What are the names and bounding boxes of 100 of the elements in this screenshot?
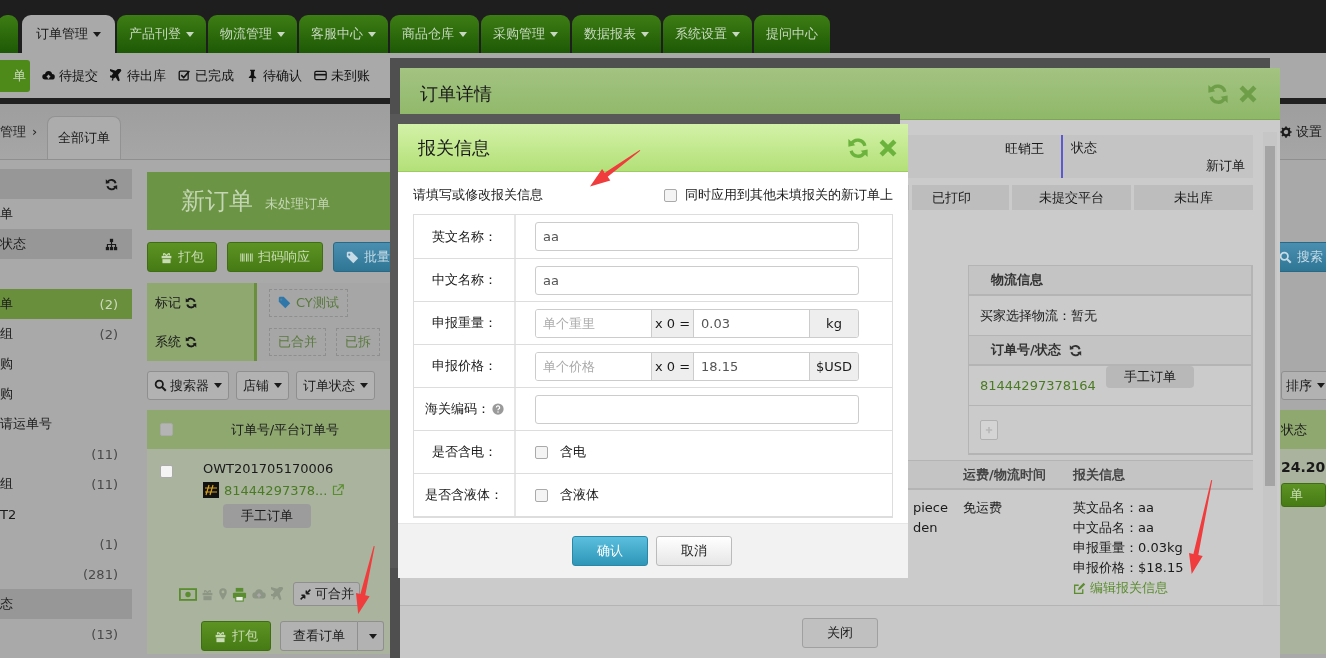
section-header: 订单号/状态 <box>991 341 1061 359</box>
progress-step: 未出库 <box>1131 185 1253 210</box>
gift-icon <box>201 587 214 601</box>
plus-icon <box>984 424 994 435</box>
nav-link[interactable]: 未到账 <box>314 66 370 85</box>
scrollbar[interactable] <box>1263 132 1277 605</box>
checkbox[interactable] <box>535 488 548 502</box>
refresh-icon <box>1068 343 1082 357</box>
checkbox[interactable] <box>159 465 173 478</box>
caret-icon <box>214 383 222 388</box>
customs-info: 申报价格：$18.15 <box>1073 559 1185 577</box>
dialog-title: 报关信息 <box>418 135 490 160</box>
multiplier-label: x 0 = <box>651 309 694 337</box>
field-label: 申报价格： <box>431 357 497 375</box>
form-hint: 请填写或修改报关信息 <box>413 186 543 204</box>
checkbox[interactable] <box>535 445 548 459</box>
input-field[interactable]: aa <box>535 265 859 295</box>
money-icon <box>179 587 197 601</box>
gift-icon <box>214 629 227 643</box>
checkbox-label: 含电 <box>560 443 586 461</box>
input-group[interactable]: 单个重里 x 0 = 0.03 kg <box>535 308 859 338</box>
gift-icon <box>160 250 173 264</box>
shop-name: 旺销王 <box>1005 140 1044 158</box>
nav-tab[interactable] <box>0 15 18 53</box>
platform-logo-icon <box>203 482 219 498</box>
input-field[interactable]: aa <box>535 222 859 251</box>
customs-info: 英文品名：aa <box>1073 499 1155 517</box>
column-header: 报关信息 <box>1073 465 1126 484</box>
nav-tab[interactable]: 数据报表 <box>572 15 661 53</box>
merge-button[interactable]: 可合并 <box>293 582 360 606</box>
field-label: 英文名称： <box>431 227 497 246</box>
checkbox[interactable] <box>664 188 677 202</box>
close-button[interactable]: 关闭 <box>802 618 878 648</box>
caret-icon <box>732 31 740 37</box>
checkbox-icon <box>178 69 191 82</box>
field-label: 是否含液体： <box>425 486 503 504</box>
nav-tab[interactable]: 商品仓库 <box>390 15 479 53</box>
close-icon <box>878 137 898 158</box>
column-header: 状态 <box>1281 420 1308 439</box>
sort-dropdown[interactable]: 排序 <box>1281 371 1326 400</box>
settings-button[interactable]: 设置 <box>1280 122 1326 141</box>
breadcrumb-link[interactable]: 管理 <box>0 122 26 141</box>
field-label: 是否含电： <box>431 443 497 461</box>
nav-link[interactable]: 待出库 <box>110 66 166 85</box>
order-number: OWT201705170006 <box>203 461 335 476</box>
view-order-button[interactable]: 查看订单 <box>280 621 358 651</box>
nav-tab[interactable]: 系统设置 <box>663 15 752 53</box>
customs-info: 中文品名：aa <box>1073 519 1155 537</box>
cancel-button[interactable]: 取消 <box>656 536 732 566</box>
status-label: 状态 <box>1071 139 1098 157</box>
cloud-icon <box>251 587 267 601</box>
field-label: 申报重量： <box>431 314 497 332</box>
caret-icon <box>277 31 285 37</box>
printer-icon <box>232 586 247 602</box>
map-pin-icon <box>218 587 228 601</box>
nav-tab[interactable]: 产品刊登 <box>117 15 206 53</box>
multiplier-label: x 0 = <box>651 352 694 380</box>
compress-icon <box>299 587 312 601</box>
nav-tab[interactable]: 提问中心 <box>754 15 830 53</box>
filter-label-text: 系统 <box>155 332 181 351</box>
plane-icon <box>110 69 123 82</box>
nav-tab[interactable]: 物流管理 <box>208 15 297 53</box>
breadcrumb-tab[interactable]: 全部订单 <box>47 116 122 159</box>
nav-link[interactable]: 已完成 <box>178 66 234 85</box>
pin-icon <box>246 69 259 82</box>
caret-icon <box>641 31 649 37</box>
card-icon <box>314 69 327 82</box>
search-icon <box>1279 250 1292 264</box>
shipping-fee: 免运费 <box>963 500 1002 515</box>
cloud-upload-icon <box>42 69 55 82</box>
filter-dropdown[interactable]: 店铺 <box>236 371 289 400</box>
progress-step: 未提交平台 <box>1009 185 1131 210</box>
unit-label: $USD <box>809 352 858 380</box>
sidebar-item[interactable]: 单 (2) <box>0 289 132 319</box>
tag-icon <box>346 250 359 264</box>
add-button[interactable] <box>980 419 998 440</box>
banner-title: 新订单 <box>181 186 253 217</box>
refresh-icon <box>185 296 197 309</box>
sidebar-header-label: 态 <box>0 595 14 613</box>
refresh-icon <box>847 136 869 159</box>
checkbox-label: 含液体 <box>560 486 599 504</box>
customs-info: 申报重量：0.03kg <box>1073 539 1184 557</box>
checkbox[interactable] <box>159 423 173 436</box>
filter-dropdown[interactable]: 订单状态 <box>296 371 375 400</box>
nav-link[interactable]: 待确认 <box>246 66 302 85</box>
nav-tab[interactable]: 客服中心 <box>299 15 388 53</box>
search-icon <box>154 379 167 392</box>
breadcrumb-separator: › <box>32 124 38 139</box>
nav-tab[interactable]: 订单管理 <box>22 15 115 53</box>
nav-tab[interactable]: 采购管理 <box>481 15 570 53</box>
dropdown-button[interactable] <box>358 621 384 651</box>
nav-link[interactable]: 待提交 <box>42 66 98 85</box>
caret-icon <box>274 383 282 388</box>
sidebar-header-label: 状态 <box>0 235 27 253</box>
refresh-icon <box>185 335 197 348</box>
input-field[interactable] <box>535 394 859 424</box>
input-group[interactable]: 单个价格 x 0 = 18.15 $USD <box>535 351 859 381</box>
caret-icon <box>550 31 558 37</box>
filter-dropdown[interactable]: 搜索器 <box>147 371 229 400</box>
order-amount: 24.20 <box>1281 459 1326 475</box>
